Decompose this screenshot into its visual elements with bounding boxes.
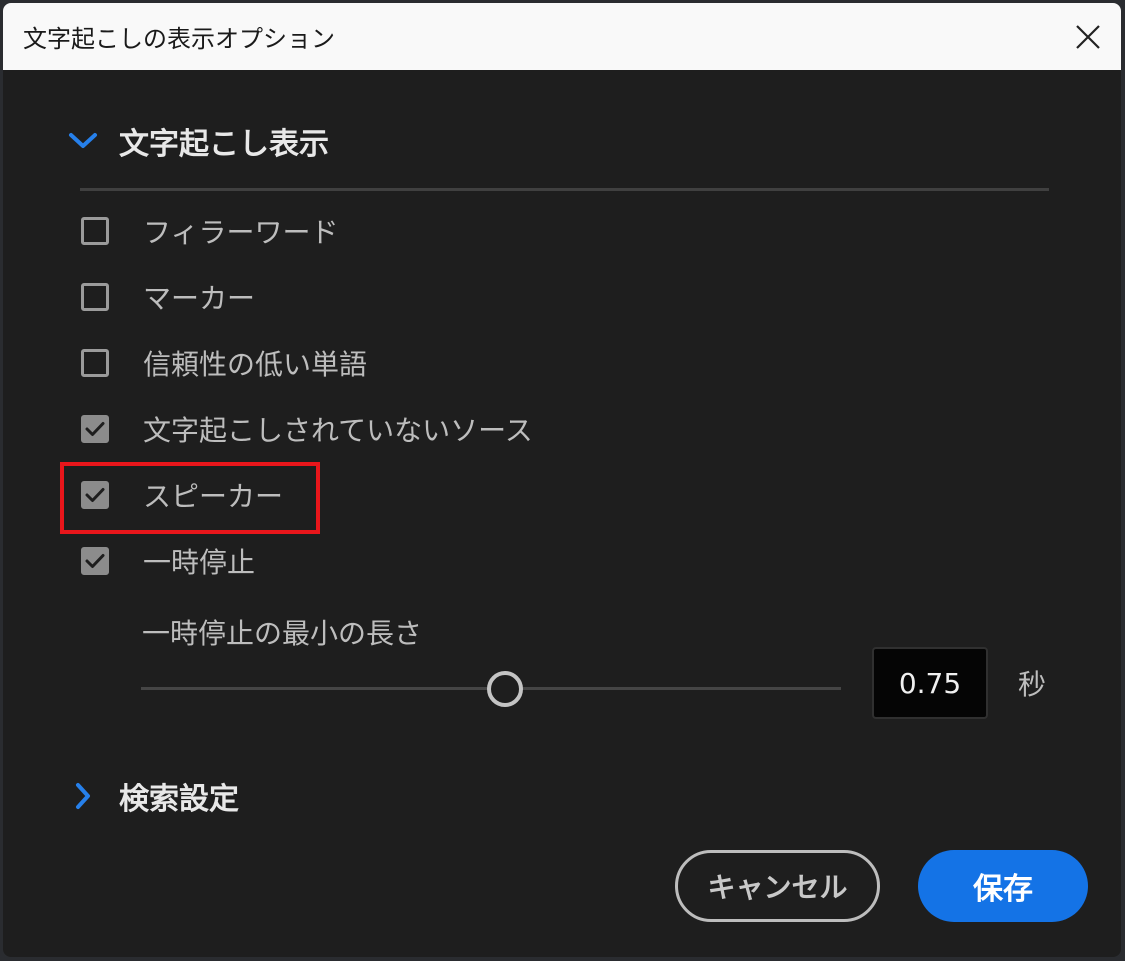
option-label: 文字起こしされていないソース xyxy=(143,414,533,447)
checkbox[interactable] xyxy=(81,283,109,311)
close-button[interactable] xyxy=(1055,3,1121,70)
option-label: フィラーワード xyxy=(143,216,339,249)
divider xyxy=(80,188,1049,191)
option-markers[interactable]: マーカー xyxy=(81,277,255,317)
checkbox-checked[interactable] xyxy=(81,415,109,443)
section-search-settings[interactable]: 検索設定 xyxy=(63,774,239,818)
save-button[interactable]: 保存 xyxy=(918,850,1088,922)
transcript-display-options-dialog: 文字起こしの表示オプション 文字起こし表示 フィラーワード マーカー 信頼性の低… xyxy=(3,3,1121,957)
option-label: 信頼性の低い単語 xyxy=(143,348,368,381)
option-low-confidence-words[interactable]: 信頼性の低い単語 xyxy=(81,343,367,383)
pause-length-slider-thumb[interactable] xyxy=(487,671,523,707)
chevron-down-icon xyxy=(63,121,103,161)
checkbox[interactable] xyxy=(81,349,109,377)
seconds-unit-label: 秒 xyxy=(1018,668,1047,701)
dialog-title: 文字起こしの表示オプション xyxy=(23,25,335,53)
checkmark-icon xyxy=(85,422,105,436)
chevron-right-icon xyxy=(63,776,103,816)
option-filler-words[interactable]: フィラーワード xyxy=(81,211,338,251)
section-transcript-display[interactable]: 文字起こし表示 xyxy=(63,119,329,163)
pause-length-value: 0.75 xyxy=(898,666,962,700)
close-icon xyxy=(1076,24,1100,49)
pause-length-input[interactable]: 0.75 xyxy=(872,647,988,719)
option-pauses[interactable]: 一時停止 xyxy=(81,541,255,581)
section-label: 文字起こし表示 xyxy=(119,127,329,162)
option-label: マーカー xyxy=(143,282,256,315)
title-bar: 文字起こしの表示オプション xyxy=(3,3,1121,70)
option-label: 一時停止 xyxy=(143,546,256,579)
checkbox[interactable] xyxy=(81,217,109,245)
section-label: 検索設定 xyxy=(119,782,239,817)
cancel-button[interactable]: キャンセル xyxy=(675,850,880,922)
option-untranscribed-sources[interactable]: 文字起こしされていないソース xyxy=(81,409,533,449)
pause-min-length-label: 一時停止の最小の長さ xyxy=(142,617,423,650)
highlight-box xyxy=(60,462,320,534)
checkmark-icon xyxy=(85,554,105,568)
checkbox-checked[interactable] xyxy=(81,547,109,575)
